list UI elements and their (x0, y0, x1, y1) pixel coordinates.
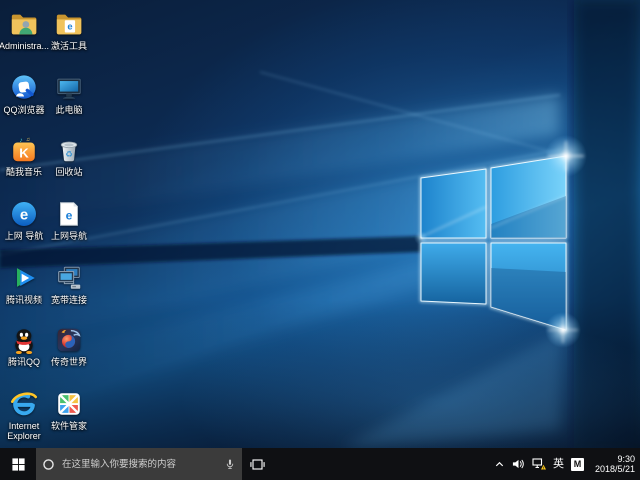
volume-icon[interactable] (512, 458, 525, 470)
desktop-icon-label: 酷我音乐 (6, 167, 42, 177)
cortana-circle-icon (42, 458, 55, 471)
software-manager-icon (54, 389, 84, 419)
desktop-icon-label: 上网导航 (51, 231, 87, 241)
svg-text:e: e (66, 209, 73, 223)
desktop-icon-label: 激活工具 (51, 41, 87, 51)
svg-text:K: K (19, 146, 29, 161)
clock-date: 2018/5/21 (591, 464, 635, 475)
edge-page-icon: e (54, 199, 84, 229)
desktop-icon-label: QQ浏览器 (3, 105, 44, 115)
desktop-icon-label: 回收站 (55, 167, 82, 177)
desktop-icon-legend-world-game[interactable]: 传奇世界 (46, 325, 92, 367)
windows-desktop-screen: Administra... e 激活工具 QQ浏览器 此电脑 K ♪ ♫ 酷我音乐 ♻ 回收站 e 上网… (0, 0, 640, 480)
microphone-icon[interactable] (224, 458, 236, 470)
desktop-icon-broadband-connection[interactable]: 宽带连接 (46, 263, 92, 305)
desktop-icon-this-pc[interactable]: 此电脑 (46, 73, 92, 115)
desktop-icon-web-navigation-1[interactable]: e 上网 导航 (1, 199, 47, 241)
qq-browser-icon (9, 73, 39, 103)
edge-circle-icon: e (9, 199, 39, 229)
desktop-icon-internet-explorer[interactable]: Internet Explorer (1, 389, 47, 441)
desktop-icon-label: 传奇世界 (51, 357, 87, 367)
tencent-video-icon (9, 263, 39, 293)
desktop-icon-label: 软件管家 (51, 421, 87, 431)
recycle-bin-icon: ♻ (54, 135, 84, 165)
clock-time: 9:30 (591, 454, 635, 465)
desktop-icon-label: 此电脑 (55, 105, 82, 115)
desktop-icon-label: Administra... (0, 41, 49, 51)
start-button[interactable] (0, 448, 36, 480)
desktop-icon-recycle-bin[interactable]: ♻ 回收站 (46, 135, 92, 177)
this-pc-icon (54, 73, 84, 103)
taskbar: 英 M 9:30 2018/5/21 (0, 448, 640, 480)
kuwo-music-icon: K ♪ ♫ (9, 135, 39, 165)
legend-game-icon (54, 325, 84, 355)
task-view-button[interactable] (242, 448, 272, 480)
search-input[interactable] (60, 458, 219, 471)
svg-text:e: e (20, 207, 28, 224)
network-warning-icon[interactable] (532, 458, 546, 470)
desktop-icon-label: 腾讯视频 (6, 295, 42, 305)
tray-chevron-up-icon[interactable] (494, 459, 505, 470)
svg-text:♪: ♪ (19, 137, 22, 144)
taskbar-search-box[interactable] (36, 448, 242, 480)
windows-start-icon (11, 457, 26, 472)
svg-text:♻: ♻ (65, 149, 73, 159)
qq-penguin-icon (9, 325, 39, 355)
desktop-icon-tencent-video[interactable]: 腾讯视频 (1, 263, 47, 305)
desktop-icon-administrator-folder[interactable]: Administra... (1, 9, 47, 51)
desktop-wallpaper[interactable]: Administra... e 激活工具 QQ浏览器 此电脑 K ♪ ♫ 酷我音乐 ♻ 回收站 e 上网… (0, 0, 640, 448)
broadband-icon (54, 263, 84, 293)
taskbar-empty-area (272, 448, 494, 480)
desktop-icon-label: 腾讯QQ (8, 357, 40, 367)
desktop-icon-tencent-qq[interactable]: 腾讯QQ (1, 325, 47, 367)
task-view-icon (250, 457, 265, 472)
system-tray: 英 M 9:30 2018/5/21 (494, 448, 640, 480)
desktop-icon-web-navigation-2[interactable]: e 上网导航 (46, 199, 92, 241)
edge-folder-icon: e (54, 9, 84, 39)
ime-language-indicator[interactable]: 英 (553, 459, 564, 470)
desktop-icon-software-manager[interactable]: 软件管家 (46, 389, 92, 431)
desktop-icon-kuwo-music[interactable]: K ♪ ♫ 酷我音乐 (1, 135, 47, 177)
user-folder-icon (9, 9, 39, 39)
ie-icon (9, 389, 39, 419)
windows-hero-wallpaper-art (0, 0, 640, 448)
desktop-icon-label: 宽带连接 (51, 295, 87, 305)
desktop-icon-label: Internet Explorer (1, 421, 47, 441)
taskbar-clock[interactable]: 9:30 2018/5/21 (591, 454, 637, 475)
svg-text:e: e (67, 22, 72, 32)
desktop-icon-activation-tools[interactable]: e 激活工具 (46, 9, 92, 51)
desktop-icon-qq-browser[interactable]: QQ浏览器 (1, 73, 47, 115)
ime-mode-indicator[interactable]: M (571, 458, 584, 471)
svg-text:♫: ♫ (26, 137, 30, 143)
desktop-icon-label: 上网 导航 (5, 231, 44, 241)
